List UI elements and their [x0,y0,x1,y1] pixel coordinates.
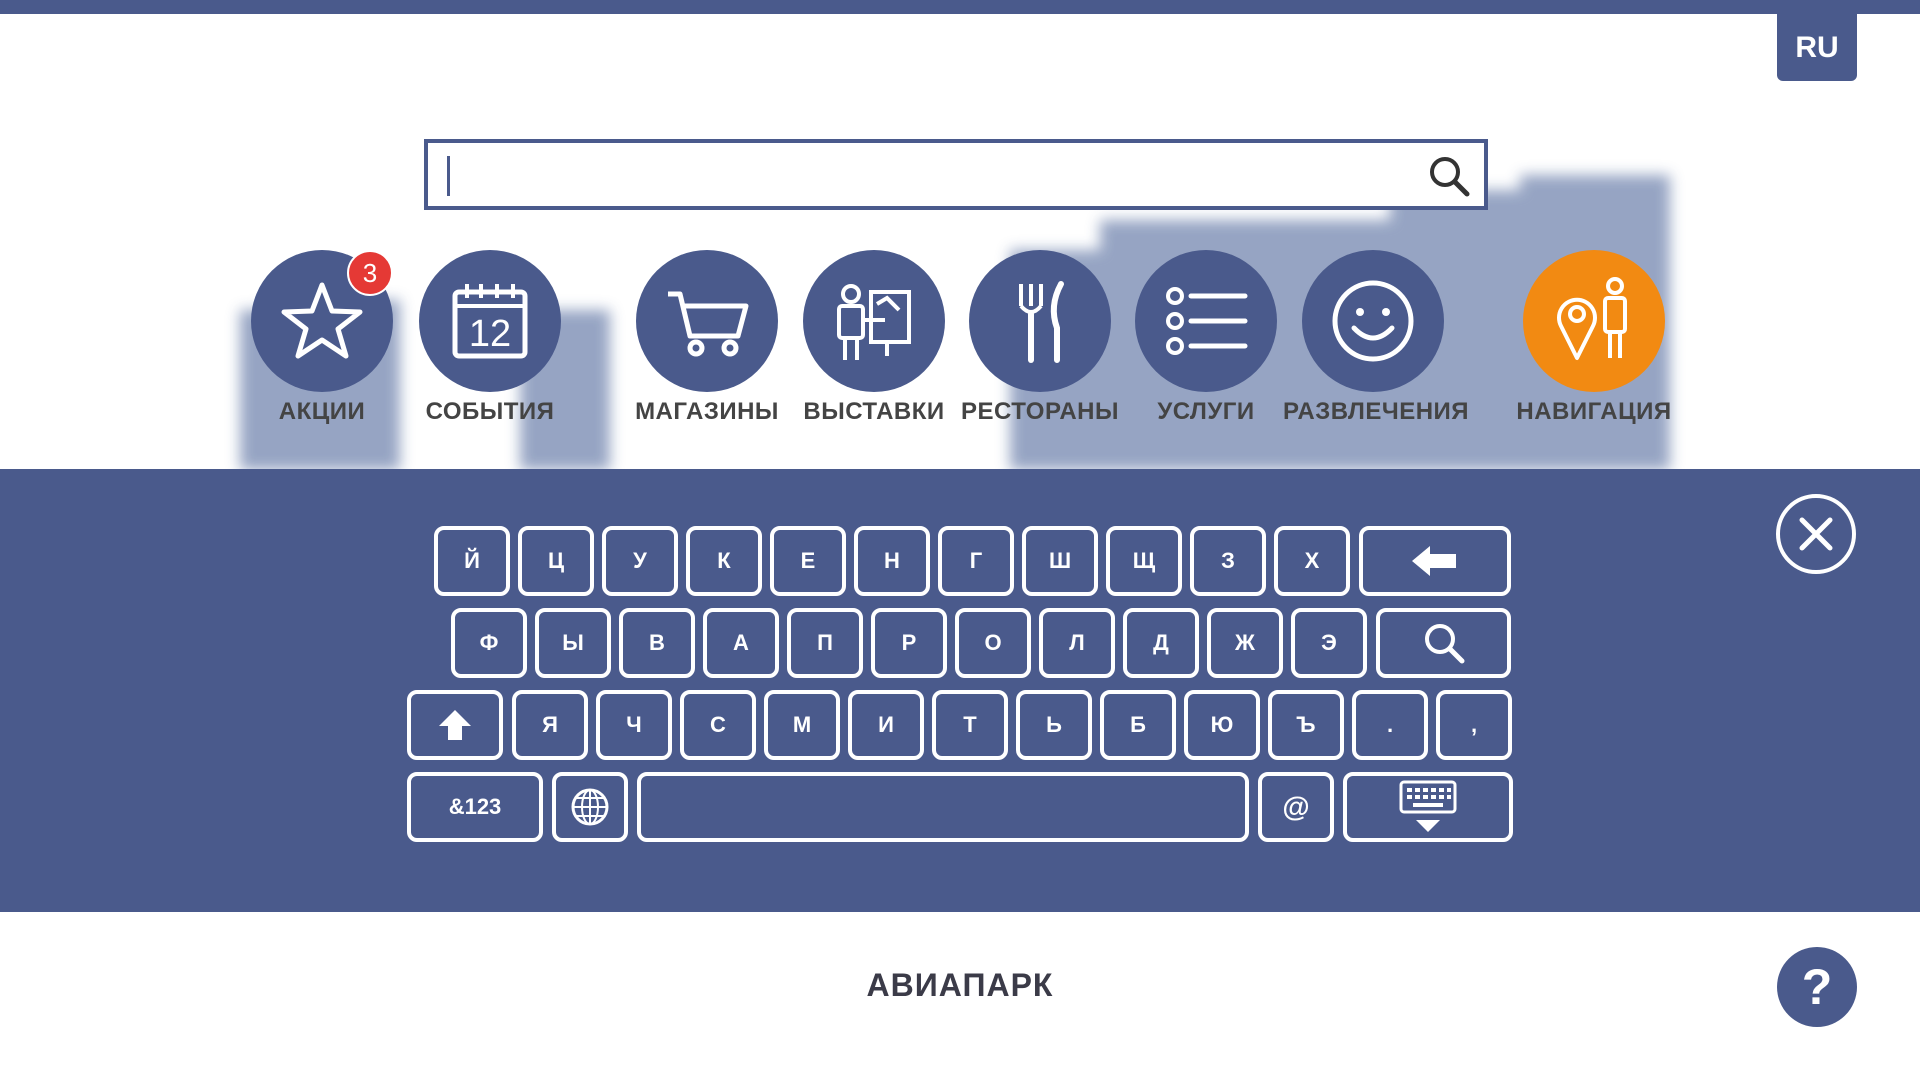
shopping-cart-icon [668,291,749,357]
keyboard-key[interactable]: Б [1100,690,1176,760]
keyboard-key[interactable]: Ш [1022,526,1098,596]
shops-circle[interactable] [636,250,778,392]
category-events[interactable]: 12 СОБЫТИЯ [400,250,580,426]
entertainment-circle[interactable] [1302,250,1444,392]
category-exhibitions[interactable]: ВЫСТАВКИ [784,250,964,426]
keyboard-key[interactable]: Ъ [1268,690,1344,760]
keyboard-key[interactable]: О [955,608,1031,678]
key-at[interactable]: @ [1258,772,1334,842]
keyboard-key[interactable]: Н [854,526,930,596]
key-shift[interactable] [407,690,503,760]
category-services[interactable]: УСЛУГИ [1116,250,1296,426]
notification-badge: 3 [347,250,393,296]
keyboard-key[interactable]: А [703,608,779,678]
keyboard-key[interactable]: Й [434,526,510,596]
keyboard-key[interactable]: Е [770,526,846,596]
keyboard-key[interactable]: У [602,526,678,596]
keyboard-key[interactable]: Э [1291,608,1367,678]
keyboard-key[interactable]: Г [938,526,1014,596]
category-promotions[interactable]: 3 АКЦИИ [232,250,412,426]
exhibitions-circle[interactable] [803,250,945,392]
navigation-pin-person-icon [1557,277,1627,360]
keyboard-key[interactable]: М [764,690,840,760]
keyboard-key[interactable]: Д [1123,608,1199,678]
help-button[interactable]: ? [1777,947,1857,1027]
keyboard-key[interactable]: Ц [518,526,594,596]
keyboard-key[interactable]: С [680,690,756,760]
key-hide-keyboard[interactable] [1343,772,1513,842]
category-label: РЕСТОРАНЫ [960,398,1120,425]
category-label: АКЦИИ [278,398,366,425]
category-label: УСЛУГИ [1157,398,1255,425]
key-language[interactable] [552,772,628,842]
category-navigation[interactable]: НАВИГАЦИЯ [1504,250,1684,426]
star-icon [281,282,363,359]
smile-icon [1332,280,1414,362]
globe-icon [571,788,609,826]
calendar-icon: 12 [452,284,528,359]
keyboard-key[interactable]: Х [1274,526,1350,596]
keyboard-key[interactable]: . [1352,690,1428,760]
key-space[interactable] [637,772,1249,842]
category-label: РАЗВЛЕЧЕНИЯ [1283,398,1470,425]
shift-arrow-icon [439,710,471,740]
events-circle[interactable]: 12 [419,250,561,392]
keyboard-key[interactable]: Р [871,608,947,678]
close-keyboard-button[interactable] [1776,494,1856,574]
backspace-arrow-icon [1412,546,1456,576]
keyboard-key[interactable]: Ы [535,608,611,678]
category-label: СОБЫТИЯ [425,398,555,425]
virtual-keyboard: ЙЦУКЕНГШЩЗХФЫВАПРОЛДЖЭЯЧСМИТЬБЮЪ., &123 … [0,469,1920,912]
category-shops[interactable]: МАГАЗИНЫ [617,250,797,426]
keyboard-key[interactable]: З [1190,526,1266,596]
list-icon [1166,287,1248,355]
keyboard-key[interactable]: П [787,608,863,678]
mall-name: АВИАПАРК [866,967,1054,1003]
category-restaurants[interactable]: РЕСТОРАНЫ [950,250,1130,426]
keyboard-key[interactable]: К [686,526,762,596]
keyboard-key[interactable]: Ф [451,608,527,678]
text-caret [447,156,450,196]
key-search[interactable] [1376,608,1511,678]
keyboard-key[interactable]: Л [1039,608,1115,678]
keyboard-key[interactable]: И [848,690,924,760]
keyboard-key[interactable]: , [1436,690,1512,760]
keyboard-hide-icon [1399,780,1457,832]
calendar-day: 12 [469,313,511,355]
keyboard-key[interactable]: Т [932,690,1008,760]
key-symbols[interactable]: &123 [407,772,543,842]
close-icon [1799,517,1833,551]
keyboard-key[interactable]: Я [512,690,588,760]
promotions-circle[interactable]: 3 [251,250,393,392]
keyboard-key[interactable]: Ч [596,690,672,760]
fork-knife-icon [1019,281,1064,363]
services-circle[interactable] [1135,250,1277,392]
category-entertainment[interactable]: РАЗВЛЕЧЕНИЯ [1283,250,1470,426]
category-label: НАВИГАЦИЯ [1516,398,1672,425]
navigation-circle[interactable] [1523,250,1665,392]
search-icon[interactable] [1428,155,1470,197]
search-input[interactable] [442,151,1406,201]
category-label: МАГАЗИНЫ [635,398,779,425]
exhibition-icon [837,284,911,360]
restaurants-circle[interactable] [969,250,1111,392]
keyboard-key[interactable]: Ю [1184,690,1260,760]
keyboard-key[interactable]: Щ [1106,526,1182,596]
keyboard-key[interactable]: Ж [1207,608,1283,678]
search-icon [1424,624,1464,664]
category-label: ВЫСТАВКИ [803,398,945,425]
key-backspace[interactable] [1359,526,1511,596]
keyboard-key[interactable]: Ь [1016,690,1092,760]
search-bar[interactable] [424,139,1488,210]
keyboard-key[interactable]: В [619,608,695,678]
language-button[interactable]: RU [1777,14,1857,81]
